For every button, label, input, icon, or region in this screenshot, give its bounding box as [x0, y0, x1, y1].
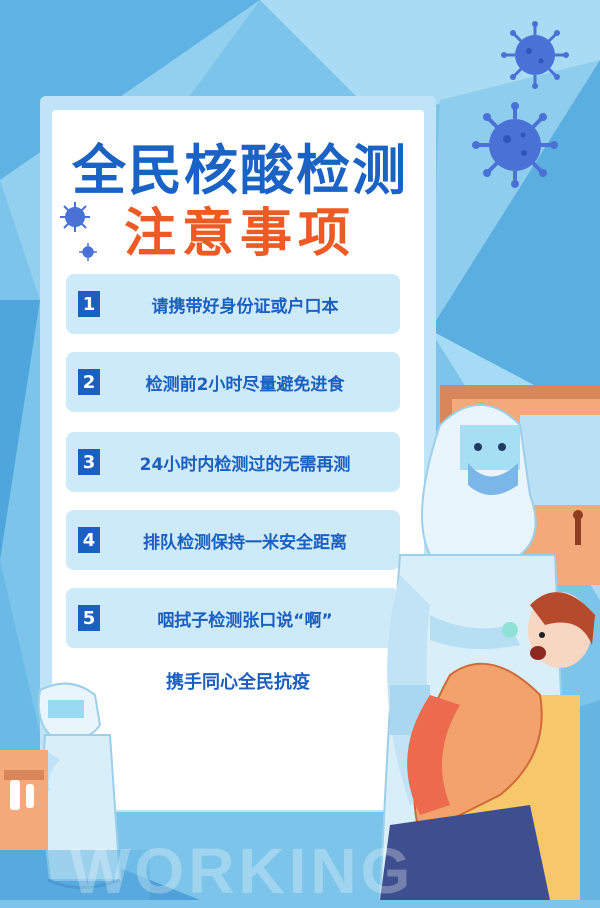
list-item: 5 咽拭子检测张口说“啊” — [66, 588, 400, 648]
item-number: 3 — [78, 449, 100, 475]
item-text: 24小时内检测过的无需再测 — [139, 454, 351, 475]
list-item: 1 请携带好身份证或户口本 — [66, 274, 400, 334]
item-number: 4 — [78, 527, 100, 553]
item-number: 5 — [78, 605, 100, 631]
item-text: 检测前2小时尽量避免进食 — [145, 374, 345, 395]
item-text: 排队检测保持一米安全距离 — [143, 532, 347, 553]
virus-icon — [60, 202, 90, 232]
item-text: 咽拭子检测张口说“啊” — [157, 610, 333, 631]
item-text: 请携带好身份证或户口本 — [151, 296, 339, 317]
virus-icon — [501, 21, 569, 89]
watermark-text: WORKING — [70, 835, 415, 907]
list-item: 3 24小时内检测过的无需再测 — [66, 432, 400, 492]
item-number: 1 — [78, 291, 100, 317]
virus-icon — [79, 243, 97, 261]
virus-icon — [472, 102, 558, 188]
item-number: 2 — [78, 369, 100, 395]
list-item: 2 检测前2小时尽量避免进食 — [66, 352, 400, 412]
list-item: 4 排队检测保持一米安全距离 — [66, 510, 400, 570]
